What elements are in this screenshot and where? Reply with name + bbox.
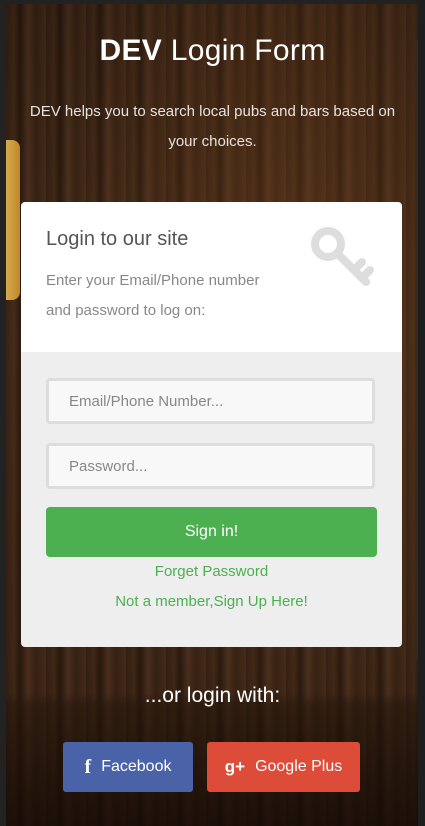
social-login-prompt: ...or login with:: [144, 684, 281, 707]
login-card: Login to our site Enter your Email/Phone…: [21, 202, 402, 647]
facebook-icon: f: [84, 755, 92, 778]
facebook-label: Facebook: [101, 758, 172, 775]
key-icon: [311, 227, 374, 286]
login-instructions: Enter your Email/Phone number and passwo…: [46, 272, 260, 319]
scrollbar[interactable]: [415, 40, 418, 660]
login-card-header: Login to our site Enter your Email/Phone…: [21, 202, 402, 352]
password-field[interactable]: [46, 443, 375, 489]
facebook-login-button[interactable]: f Facebook: [63, 742, 193, 792]
page-title: DEV Login Form: [0, 34, 425, 68]
google-plus-label: Google Plus: [255, 758, 343, 775]
email-field[interactable]: [46, 378, 375, 424]
login-heading: Login to our site: [46, 228, 189, 250]
beer-glass-image: [6, 140, 20, 300]
google-plus-login-button[interactable]: g+ Google Plus: [207, 742, 360, 792]
page-title-rest: Login Form: [170, 34, 326, 67]
signin-button[interactable]: Sign in!: [46, 507, 377, 557]
page-description: DEV helps you to search local pubs and b…: [29, 103, 396, 150]
forget-password-link[interactable]: Forget Password: [21, 563, 402, 580]
login-form: Sign in! Forget Password Not a member,Si…: [21, 352, 402, 647]
signup-link[interactable]: Not a member,Sign Up Here!: [21, 593, 402, 610]
page-title-brand: DEV: [99, 34, 163, 67]
google-plus-icon: g+: [224, 757, 246, 776]
